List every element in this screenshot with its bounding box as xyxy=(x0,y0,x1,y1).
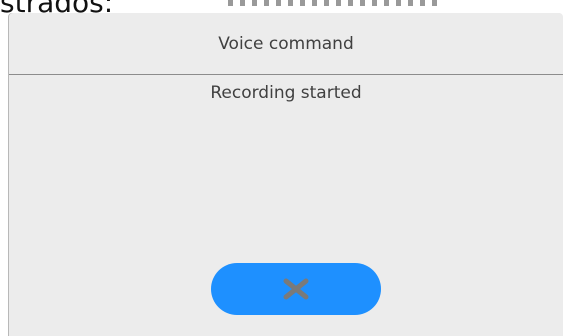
background-dotted-line xyxy=(228,0,438,6)
close-icon xyxy=(283,278,309,300)
cancel-recording-button[interactable] xyxy=(211,263,381,315)
dialog-header: Voice command xyxy=(9,13,563,75)
screen: strados: Voice command Recording started xyxy=(0,0,563,336)
dialog-title: Voice command xyxy=(218,33,354,54)
recording-status-message: Recording started xyxy=(210,83,362,103)
voice-command-dialog: Voice command Recording started xyxy=(9,13,563,336)
